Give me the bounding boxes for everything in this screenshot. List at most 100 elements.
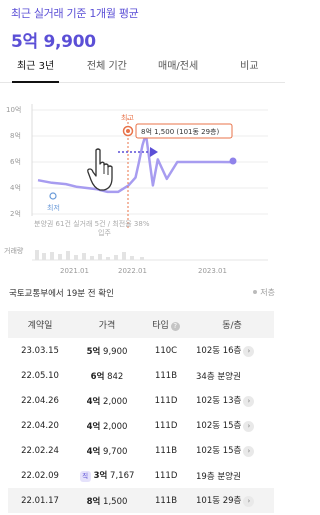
tab-compare[interactable]: 비교 — [214, 55, 285, 82]
row-unit-label: 102동 15층 — [196, 446, 242, 456]
table-row[interactable]: 23.03.15 5억 9,900 110C 102동 16층 › — [8, 338, 274, 363]
row-price: 5억 9,900 — [72, 345, 142, 357]
row-price: 4억 2,000 — [72, 395, 142, 407]
y-tick-label: 10억 — [6, 106, 21, 114]
latest-point-dot — [229, 157, 237, 165]
volume-bar — [140, 257, 144, 260]
tab-sale-lease[interactable]: 매매/전세 — [143, 55, 214, 82]
chart-footnote-move-in: 입주 — [98, 229, 111, 237]
volume-bar — [74, 255, 78, 260]
row-type: 111B — [154, 495, 178, 506]
volume-bars — [35, 250, 144, 260]
table-row[interactable]: 22.02.09 직 3억 7,167 111D 19층 분양권 — [8, 463, 274, 488]
volume-bar — [82, 253, 86, 260]
price-chart[interactable]: 10억 8억 6억 4억 2억 최고 8억 1,500 (101동 29층) 최… — [0, 90, 285, 278]
tab-all-period[interactable]: 전체 기간 — [71, 55, 142, 82]
chevron-right-icon[interactable]: › — [243, 396, 255, 407]
row-date: 22.05.10 — [21, 370, 59, 381]
row-price: 6억 842 — [72, 370, 142, 382]
row-date: 22.02.09 — [21, 470, 59, 481]
row-price: 직 3억 7,167 — [72, 469, 142, 482]
header-date: 계약일 — [27, 321, 53, 331]
volume-bar — [90, 256, 94, 260]
table-row[interactable]: 22.04.20 4억 2,000 111D 102동 15층 › — [8, 413, 274, 438]
average-price: 5억 9,900 — [11, 32, 96, 52]
row-unit: 19층 분양권 — [190, 470, 274, 482]
row-price-main: 8억 — [86, 496, 101, 507]
chevron-right-icon[interactable]: › — [243, 421, 255, 432]
row-unit-label: 19층 분양권 — [196, 471, 241, 482]
row-date: 22.02.24 — [21, 445, 59, 456]
row-price: 8억 1,500 — [72, 495, 142, 507]
price-chart-svg[interactable]: 10억 8억 6억 4억 2억 최고 8억 1,500 (101동 29층) 최… — [0, 90, 285, 278]
table-row[interactable]: 22.04.26 4억 2,000 111D 102동 13층 › — [8, 388, 274, 413]
row-date: 22.04.20 — [21, 420, 59, 431]
volume-label: 거래량 — [4, 246, 24, 255]
volume-bar — [114, 255, 118, 260]
table-row[interactable]: 22.01.17 8억 1,500 111B 101동 29층 › — [8, 488, 274, 513]
data-source-notice: 국토교통부에서 19분 전 확인 — [9, 289, 114, 299]
drag-arrow-head — [150, 147, 158, 157]
max-marker-label: 최고 — [121, 113, 134, 122]
row-unit-label: 34층 분양권 — [196, 371, 241, 382]
y-tick-label: 4억 — [10, 184, 21, 192]
row-type: 111D — [154, 395, 178, 406]
row-unit: 101동 29층 › — [190, 494, 274, 507]
row-price-rest: 842 — [107, 371, 124, 382]
volume-bar — [98, 254, 102, 260]
header-type: 타입? — [142, 318, 190, 331]
row-unit: 102동 16층 › — [190, 344, 274, 357]
floor-filter-label: 저층 — [260, 288, 275, 297]
row-price-main: 4억 — [86, 396, 101, 407]
row-price-main: 5억 — [86, 346, 101, 357]
row-price-rest: 7,167 — [110, 471, 135, 481]
row-price-rest: 9,700 — [103, 446, 128, 457]
price-summary-subtitle: 최근 실거래 기준 1개월 평균 — [11, 7, 139, 20]
row-unit-label: 102동 13층 — [196, 396, 242, 406]
table-row[interactable]: 22.05.10 6억 842 111B 34층 분양권 — [8, 363, 274, 388]
volume-bar — [58, 254, 62, 260]
chevron-right-icon[interactable]: › — [243, 346, 255, 357]
price-tooltip-text: 8억 1,500 (101동 29층) — [141, 127, 219, 136]
price-line — [37, 132, 234, 194]
header-unit: 동/층 — [222, 321, 242, 331]
x-tick-label: 2023.01 — [198, 267, 227, 275]
tab-recent-3-years[interactable]: 최근 3년 — [0, 55, 71, 83]
row-date: 22.04.26 — [21, 395, 59, 406]
row-unit-label: 102동 16층 — [196, 346, 242, 356]
hand-cursor-icon — [87, 148, 113, 191]
chevron-right-icon[interactable]: › — [243, 446, 255, 457]
row-price-rest: 2,000 — [103, 421, 128, 432]
row-price: 4억 2,000 — [72, 420, 142, 432]
direct-deal-badge: 직 — [79, 471, 91, 482]
header-type-label: 타입 — [152, 321, 169, 331]
volume-bar — [50, 252, 54, 260]
row-unit-label: 102동 15층 — [196, 421, 242, 431]
row-price-main: 4억 — [86, 446, 101, 457]
row-price: 4억 9,700 — [72, 445, 142, 457]
help-icon[interactable]: ? — [170, 322, 180, 331]
table-row[interactable]: 22.02.24 4억 9,700 111B 102동 15층 › — [8, 438, 274, 463]
floor-filter-toggle[interactable]: 저층 — [253, 287, 275, 298]
table-header: 계약일 가격 타입? 동/층 — [8, 311, 274, 338]
row-type: 111D — [154, 420, 178, 431]
header-price: 가격 — [98, 321, 116, 331]
period-tabs: 최근 3년 전체 기간 매매/전세 비교 — [0, 55, 285, 83]
volume-bar — [130, 256, 134, 260]
y-tick-label: 2억 — [10, 210, 21, 218]
chart-footnote: 분양권 61건 실거래 5건 / 최전율 38% — [34, 219, 150, 228]
row-price-rest: 2,000 — [103, 396, 128, 407]
chevron-right-icon[interactable]: › — [243, 496, 255, 507]
x-tick-label: 2021.01 — [60, 267, 89, 275]
min-marker-label: 최저 — [47, 203, 60, 212]
volume-bar — [35, 250, 39, 260]
volume-bar — [106, 257, 110, 260]
radio-dot-icon — [253, 290, 258, 294]
y-tick-label: 6억 — [10, 158, 21, 166]
row-type: 110C — [154, 345, 178, 356]
row-price-main: 6억 — [90, 371, 105, 382]
transaction-table: 계약일 가격 타입? 동/층 23.03.15 5억 9,900 110C 102동 … — [8, 311, 274, 513]
row-price-main: 3억 — [93, 471, 108, 481]
row-type: 111B — [154, 370, 178, 381]
min-point-marker[interactable] — [49, 192, 57, 200]
